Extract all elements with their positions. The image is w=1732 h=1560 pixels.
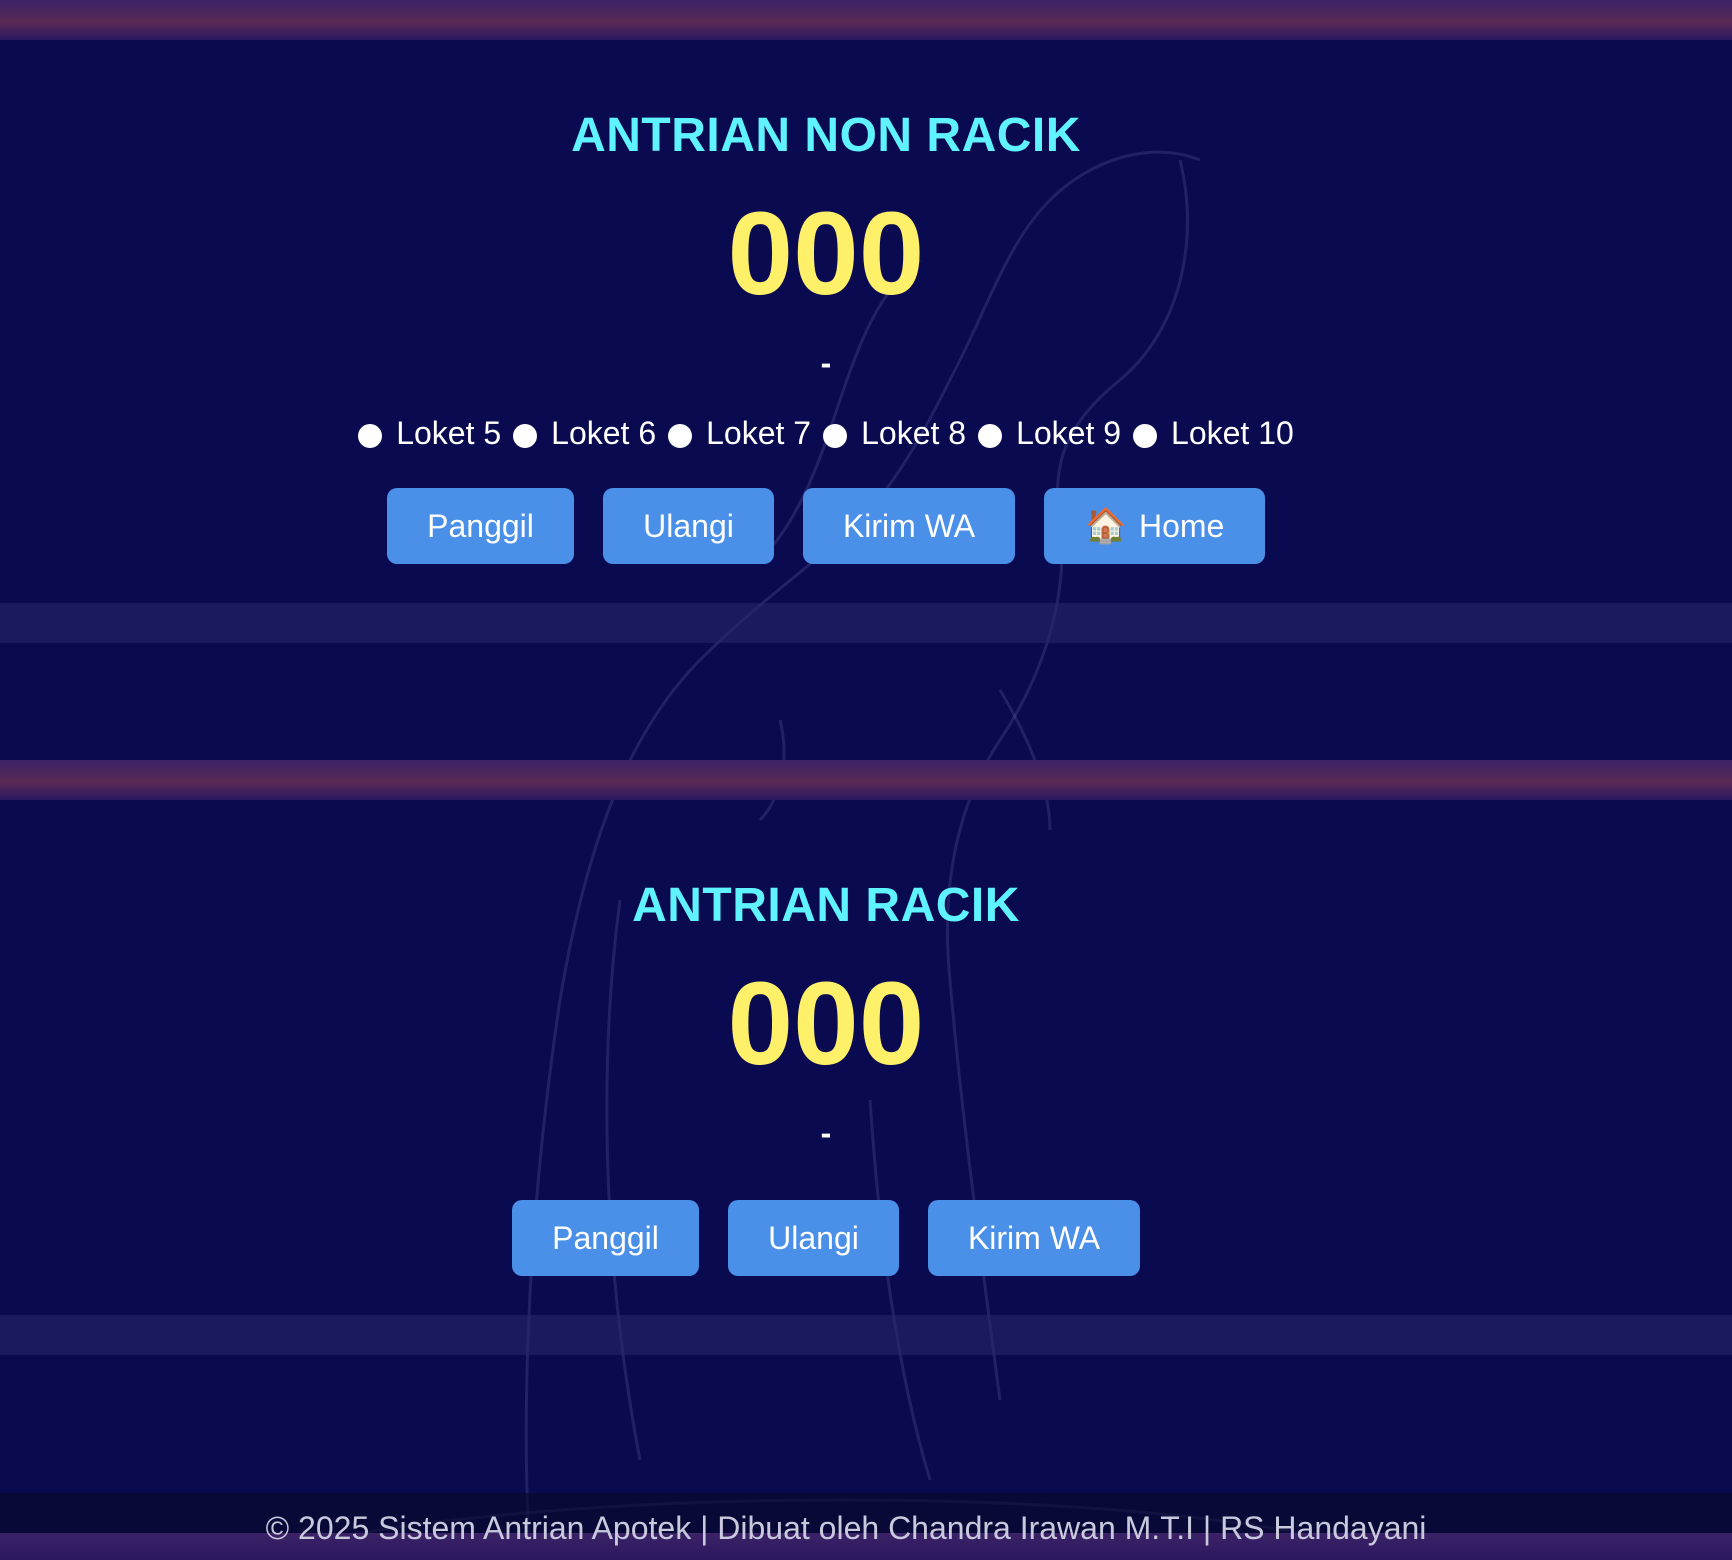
call-button[interactable]: Panggil	[387, 488, 574, 564]
racik-queue-number: 000	[727, 958, 925, 1090]
section-divider-strip	[0, 603, 1732, 643]
send-wa-button[interactable]: Kirim WA	[928, 1200, 1140, 1276]
counter-label: Loket 10	[1171, 415, 1294, 451]
radio-button[interactable]	[513, 423, 538, 448]
repeat-button[interactable]: Ulangi	[603, 488, 774, 564]
racik-title: ANTRIAN RACIK	[632, 879, 1020, 932]
non-racik-title: ANTRIAN NON RACIK	[571, 109, 1081, 162]
section-divider-strip	[0, 1315, 1732, 1355]
counter-radio-group: Loket 5 Loket 6 Loket 7 Loket 8 Loket 9 …	[0, 415, 1652, 452]
middle-decorative-band	[0, 760, 1732, 800]
top-decorative-band	[0, 0, 1732, 40]
home-button[interactable]: 🏠 Home	[1044, 488, 1265, 564]
radio-button[interactable]	[823, 423, 848, 448]
counter-option-loket-10[interactable]: Loket 10	[1133, 415, 1294, 452]
repeat-button[interactable]: Ulangi	[728, 1200, 899, 1276]
racik-status: -	[820, 1115, 832, 1151]
non-racik-status: -	[820, 345, 832, 381]
radio-button[interactable]	[1133, 423, 1158, 448]
call-button[interactable]: Panggil	[512, 1200, 699, 1276]
counter-option-loket-8[interactable]: Loket 8	[823, 415, 966, 452]
counter-label: Loket 9	[1016, 415, 1122, 451]
house-icon: 🏠	[1084, 507, 1127, 545]
footer-copyright: © 2025 Sistem Antrian Apotek | Dibuat ol…	[265, 1510, 1427, 1546]
counter-label: Loket 8	[861, 415, 967, 451]
non-racik-queue-number: 000	[727, 188, 925, 320]
counter-option-loket-7[interactable]: Loket 7	[668, 415, 811, 452]
counter-label: Loket 6	[551, 415, 657, 451]
home-button-label: Home	[1138, 507, 1225, 544]
radio-button[interactable]	[668, 423, 693, 448]
counter-label: Loket 5	[396, 415, 502, 451]
counter-option-loket-5[interactable]: Loket 5	[358, 415, 501, 452]
radio-button[interactable]	[358, 423, 383, 448]
radio-button[interactable]	[978, 423, 1003, 448]
counter-label: Loket 7	[706, 415, 812, 451]
non-racik-actions: Panggil Ulangi Kirim WA 🏠 Home	[0, 488, 1652, 564]
send-wa-button[interactable]: Kirim WA	[803, 488, 1015, 564]
racik-actions: Panggil Ulangi Kirim WA	[0, 1200, 1652, 1276]
counter-option-loket-9[interactable]: Loket 9	[978, 415, 1121, 452]
counter-option-loket-6[interactable]: Loket 6	[513, 415, 656, 452]
